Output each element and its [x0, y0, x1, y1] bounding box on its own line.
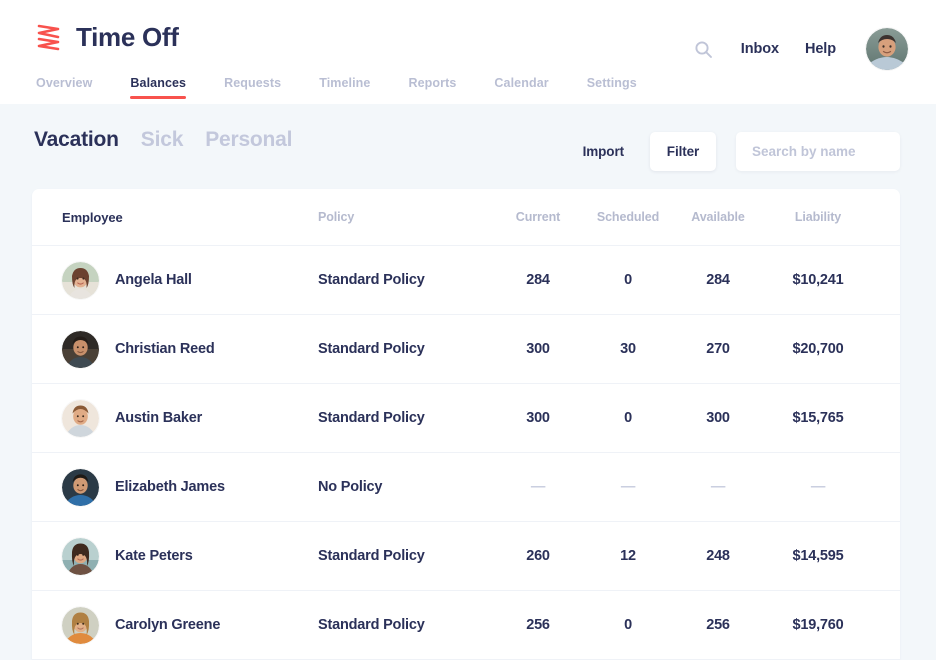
category-tab-sick[interactable]: Sick: [141, 128, 183, 152]
available-value: 270: [706, 341, 730, 357]
avatar: [62, 538, 99, 575]
employee-name: Angela Hall: [115, 272, 192, 288]
search-icon[interactable]: [693, 38, 715, 60]
current-value: 284: [526, 272, 550, 288]
scheduled-value: 30: [620, 341, 636, 357]
liability-value: $10,241: [792, 272, 843, 288]
table-row[interactable]: Kate Peters Standard Policy 260 12 248 $…: [32, 522, 900, 591]
scheduled-value: 0: [624, 410, 632, 426]
import-button[interactable]: Import: [583, 144, 624, 159]
current-value: 256: [526, 617, 550, 633]
balances-table-card: Employee Policy Current Scheduled Availa…: [32, 189, 900, 660]
employee-cell: Carolyn Greene: [62, 607, 318, 644]
subheader-actions: Import Filter: [583, 132, 900, 171]
policy-value: Standard Policy: [318, 617, 425, 633]
available-value: —: [711, 479, 725, 495]
avatar: [62, 607, 99, 644]
avatar: [62, 262, 99, 299]
table-row[interactable]: Angela Hall Standard Policy 284 0 284 $1…: [32, 246, 900, 315]
column-header-available[interactable]: Available: [673, 210, 763, 224]
header-tabs: Overview Balances Requests Timeline Repo…: [36, 76, 637, 104]
employee-cell: Austin Baker: [62, 400, 318, 437]
category-tabs: Vacation Sick Personal: [34, 128, 292, 152]
column-header-policy[interactable]: Policy: [318, 210, 493, 224]
policy-value: Standard Policy: [318, 548, 425, 564]
liability-value: $20,700: [792, 341, 843, 357]
table-row[interactable]: Austin Baker Standard Policy 300 0 300 $…: [32, 384, 900, 453]
employee-cell: Kate Peters: [62, 538, 318, 575]
current-value: 260: [526, 548, 550, 564]
scheduled-value: 0: [624, 617, 632, 633]
liability-value: $19,760: [792, 617, 843, 633]
table-header-row: Employee Policy Current Scheduled Availa…: [32, 189, 900, 246]
tab-calendar[interactable]: Calendar: [494, 76, 548, 104]
employee-cell: Angela Hall: [62, 262, 318, 299]
brand: Time Off: [36, 22, 179, 52]
policy-value: Standard Policy: [318, 272, 425, 288]
search-input[interactable]: [736, 132, 900, 171]
tab-settings[interactable]: Settings: [587, 76, 637, 104]
available-value: 256: [706, 617, 730, 633]
scheduled-value: 0: [624, 272, 632, 288]
employee-name: Austin Baker: [115, 410, 202, 426]
avatar[interactable]: [866, 28, 908, 70]
policy-value: Standard Policy: [318, 410, 425, 426]
column-header-liability[interactable]: Liability: [763, 210, 873, 224]
avatar: [62, 331, 99, 368]
tab-requests[interactable]: Requests: [224, 76, 281, 104]
zigzag-logo-icon: [36, 22, 62, 52]
employee-name: Carolyn Greene: [115, 617, 220, 633]
employee-name: Elizabeth James: [115, 479, 225, 495]
policy-value: Standard Policy: [318, 341, 425, 357]
nav-link-inbox[interactable]: Inbox: [741, 41, 779, 57]
app-header: Time Off Inbox Help: [0, 0, 936, 104]
employee-name: Kate Peters: [115, 548, 193, 564]
scheduled-value: —: [621, 479, 635, 495]
available-value: 248: [706, 548, 730, 564]
avatar: [62, 400, 99, 437]
balances-subheader: Vacation Sick Personal Import Filter: [0, 104, 936, 189]
header-nav-right: Inbox Help: [693, 28, 908, 70]
table-row[interactable]: Elizabeth James No Policy — — — —: [32, 453, 900, 522]
column-header-scheduled[interactable]: Scheduled: [583, 210, 673, 224]
liability-value: —: [811, 479, 825, 495]
liability-value: $15,765: [792, 410, 843, 426]
column-header-current[interactable]: Current: [493, 210, 583, 224]
tab-overview[interactable]: Overview: [36, 76, 92, 104]
filter-button[interactable]: Filter: [650, 132, 716, 171]
liability-value: $14,595: [792, 548, 843, 564]
category-tab-personal[interactable]: Personal: [205, 128, 292, 152]
app-title: Time Off: [76, 24, 179, 50]
available-value: 300: [706, 410, 730, 426]
employee-name: Christian Reed: [115, 341, 215, 357]
category-tab-vacation[interactable]: Vacation: [34, 128, 119, 152]
tab-reports[interactable]: Reports: [408, 76, 456, 104]
table-row[interactable]: Christian Reed Standard Policy 300 30 27…: [32, 315, 900, 384]
tab-timeline[interactable]: Timeline: [319, 76, 370, 104]
current-value: 300: [526, 410, 550, 426]
tab-balances[interactable]: Balances: [130, 76, 186, 104]
table-row[interactable]: Carolyn Greene Standard Policy 256 0 256…: [32, 591, 900, 660]
current-value: 300: [526, 341, 550, 357]
employee-cell: Elizabeth James: [62, 469, 318, 506]
employee-cell: Christian Reed: [62, 331, 318, 368]
avatar: [62, 469, 99, 506]
policy-value: No Policy: [318, 479, 382, 495]
scheduled-value: 12: [620, 548, 636, 564]
nav-link-help[interactable]: Help: [805, 41, 836, 57]
available-value: 284: [706, 272, 730, 288]
column-header-employee[interactable]: Employee: [62, 210, 318, 225]
current-value: —: [531, 479, 545, 495]
